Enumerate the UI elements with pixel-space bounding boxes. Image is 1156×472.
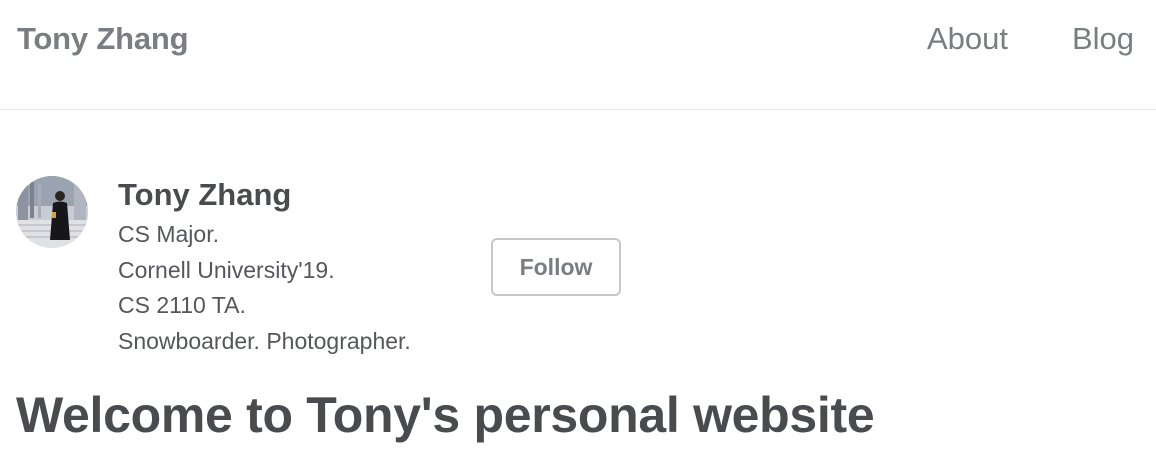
page-title: Welcome to Tony's personal website — [16, 387, 875, 443]
site-brand-link[interactable]: Tony Zhang — [17, 21, 189, 57]
bio-line: CS 2110 TA. — [118, 292, 246, 318]
avatar — [16, 176, 88, 248]
follow-button[interactable]: Follow — [491, 238, 621, 296]
nav-link-blog[interactable]: Blog — [1072, 21, 1134, 57]
profile-bio: CS Major. Cornell University'19. CS 2110… — [118, 217, 411, 359]
bio-line: Cornell University'19. — [118, 256, 335, 283]
profile-name: Tony Zhang — [118, 177, 292, 212]
top-navbar: Tony Zhang About Blog — [0, 0, 1156, 110]
profile-photo-icon — [16, 176, 88, 248]
nav-links: About Blog — [927, 21, 1134, 57]
nav-link-about[interactable]: About — [927, 21, 1008, 57]
bio-line: Snowboarder. Photographer. — [118, 327, 411, 354]
bio-line: CS Major. — [118, 221, 219, 247]
